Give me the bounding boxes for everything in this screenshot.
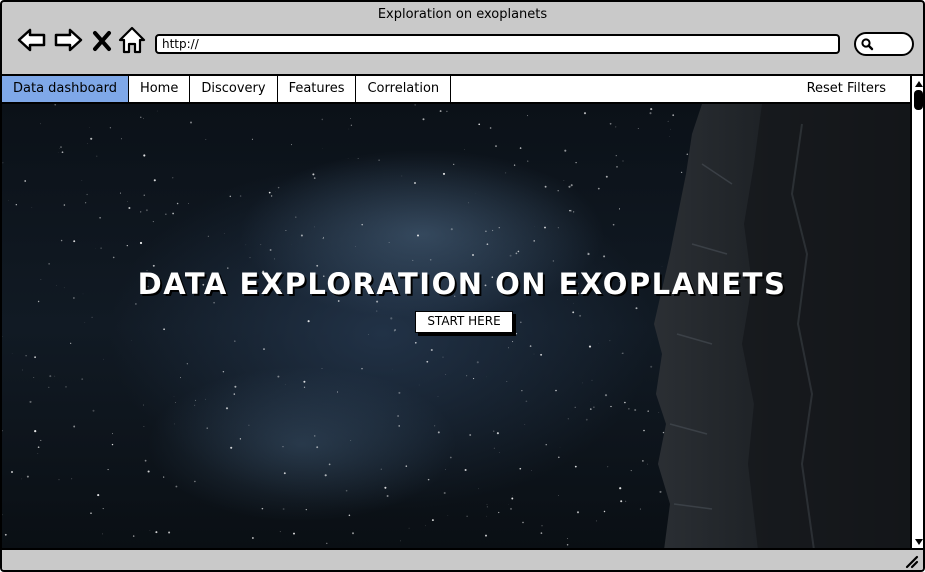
tab-home[interactable]: Home <box>129 76 191 102</box>
home-icon[interactable] <box>116 24 148 56</box>
browser-window: Exploration on exoplanets Data dashboard… <box>0 0 925 572</box>
page-content: Data dashboard Home Discovery Features C… <box>2 74 910 548</box>
scroll-thumb[interactable] <box>914 90 923 110</box>
start-here-button[interactable]: START HERE <box>415 311 513 333</box>
reset-filters-button[interactable]: Reset Filters <box>797 76 910 102</box>
hero-title: DATA EXPLORATION ON EXOPLANETS <box>137 267 787 301</box>
search-icon <box>861 38 874 51</box>
url-input[interactable] <box>162 36 838 52</box>
hero-section: DATA EXPLORATION ON EXOPLANETS START HER… <box>2 104 910 548</box>
scroll-down-icon[interactable] <box>913 536 925 548</box>
url-bar[interactable] <box>155 34 840 54</box>
scroll-up-icon[interactable] <box>913 78 925 90</box>
window-title: Exploration on exoplanets <box>377 7 548 22</box>
status-bar <box>2 548 923 570</box>
close-icon[interactable] <box>88 24 116 56</box>
browser-search-box[interactable] <box>854 32 914 56</box>
tab-correlation[interactable]: Correlation <box>356 76 452 102</box>
browser-toolbar <box>2 24 923 68</box>
tab-features[interactable]: Features <box>278 76 357 102</box>
tab-data-dashboard[interactable]: Data dashboard <box>2 76 129 102</box>
forward-arrow-icon[interactable] <box>52 24 84 56</box>
menu-spacer <box>451 76 796 102</box>
nav-menu: Data dashboard Home Discovery Features C… <box>2 76 910 104</box>
resize-grip-icon[interactable] <box>903 553 919 569</box>
tab-discovery[interactable]: Discovery <box>190 76 278 102</box>
back-arrow-icon[interactable] <box>16 24 48 56</box>
vertical-scrollbar[interactable] <box>910 74 925 550</box>
